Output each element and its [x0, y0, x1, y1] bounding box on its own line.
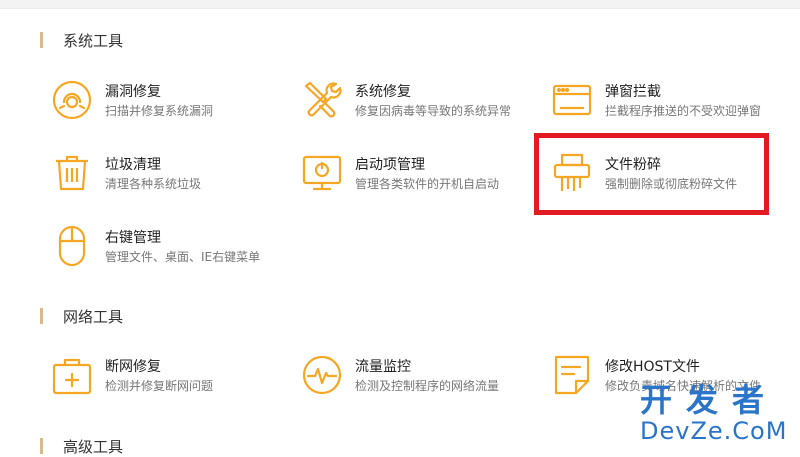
tool-name: 系统修复 [355, 84, 411, 100]
section-accent-bar [40, 308, 43, 324]
monitor-startup-icon [300, 151, 344, 195]
watermark-en: DevZe.CoM [640, 417, 788, 445]
tool-name: 文件粉碎 [605, 157, 661, 173]
tool-right-click-manage[interactable]: 右键管理 管理文件、桌面、IE右键菜单 [50, 221, 290, 271]
tool-name: 漏洞修复 [105, 84, 161, 100]
section-accent-bar [40, 32, 43, 48]
tool-junk-clean[interactable]: 垃圾清理 清理各种系统垃圾 [50, 148, 290, 198]
shield-ring-icon [50, 78, 94, 122]
watermark-logo: 开发者 DevZe.CoM [640, 382, 795, 448]
tool-name: 断网修复 [105, 359, 161, 375]
tool-network-repair[interactable]: 断网修复 检测并修复断网问题 [50, 350, 290, 400]
tool-name: 垃圾清理 [105, 157, 161, 173]
popup-window-icon [550, 78, 594, 122]
network-kit-icon [50, 353, 94, 397]
tool-name: 右键管理 [105, 230, 161, 246]
tool-desc: 管理各类软件的开机自启动 [355, 177, 500, 191]
tool-vulnerability-fix[interactable]: 漏洞修复 扫描并修复系统漏洞 [50, 75, 290, 125]
traffic-pulse-icon [300, 353, 344, 397]
section-title-network-tools: 网络工具 [40, 306, 123, 326]
tool-name: 流量监控 [355, 359, 411, 375]
section-title-system-tools: 系统工具 [40, 30, 123, 50]
tool-startup-manage[interactable]: 启动项管理 管理各类软件的开机自启动 [300, 148, 540, 198]
host-file-icon [550, 353, 594, 397]
section-label: 系统工具 [63, 31, 124, 50]
tool-name: 启动项管理 [355, 157, 425, 173]
section-accent-bar [40, 438, 43, 454]
watermark-cn: 开发者 [640, 381, 779, 419]
tool-desc: 修复因病毒等导致的系统异常 [355, 104, 512, 118]
tool-desc: 检测并修复断网问题 [105, 379, 214, 393]
wrench-screwdriver-icon [300, 78, 344, 122]
tool-system-repair[interactable]: 系统修复 修复因病毒等导致的系统异常 [300, 75, 540, 125]
section-label: 网络工具 [63, 307, 124, 326]
tool-desc: 扫描并修复系统漏洞 [105, 104, 214, 118]
tool-traffic-monitor[interactable]: 流量监控 检测及控制程序的网络流量 [300, 350, 540, 400]
mouse-icon [50, 224, 94, 268]
tool-name: 修改HOST文件 [605, 359, 700, 375]
tool-desc: 强制删除或彻底粉碎文件 [605, 177, 738, 191]
section-title-advanced-tools: 高级工具 [40, 436, 123, 456]
tool-desc: 清理各种系统垃圾 [105, 177, 202, 191]
top-bar [0, 0, 800, 9]
file-shredder-icon [550, 151, 594, 195]
tool-desc: 管理文件、桌面、IE右键菜单 [105, 250, 261, 264]
tool-name: 弹窗拦截 [605, 84, 661, 100]
tool-file-shred[interactable]: 文件粉碎 强制删除或彻底粉碎文件 [550, 148, 790, 198]
tool-desc: 拦截程序推送的不受欢迎弹窗 [605, 104, 762, 118]
tool-popup-block[interactable]: 弹窗拦截 拦截程序推送的不受欢迎弹窗 [550, 75, 790, 125]
tool-desc: 检测及控制程序的网络流量 [355, 379, 500, 393]
section-label: 高级工具 [63, 437, 124, 456]
trash-can-icon [50, 151, 94, 195]
